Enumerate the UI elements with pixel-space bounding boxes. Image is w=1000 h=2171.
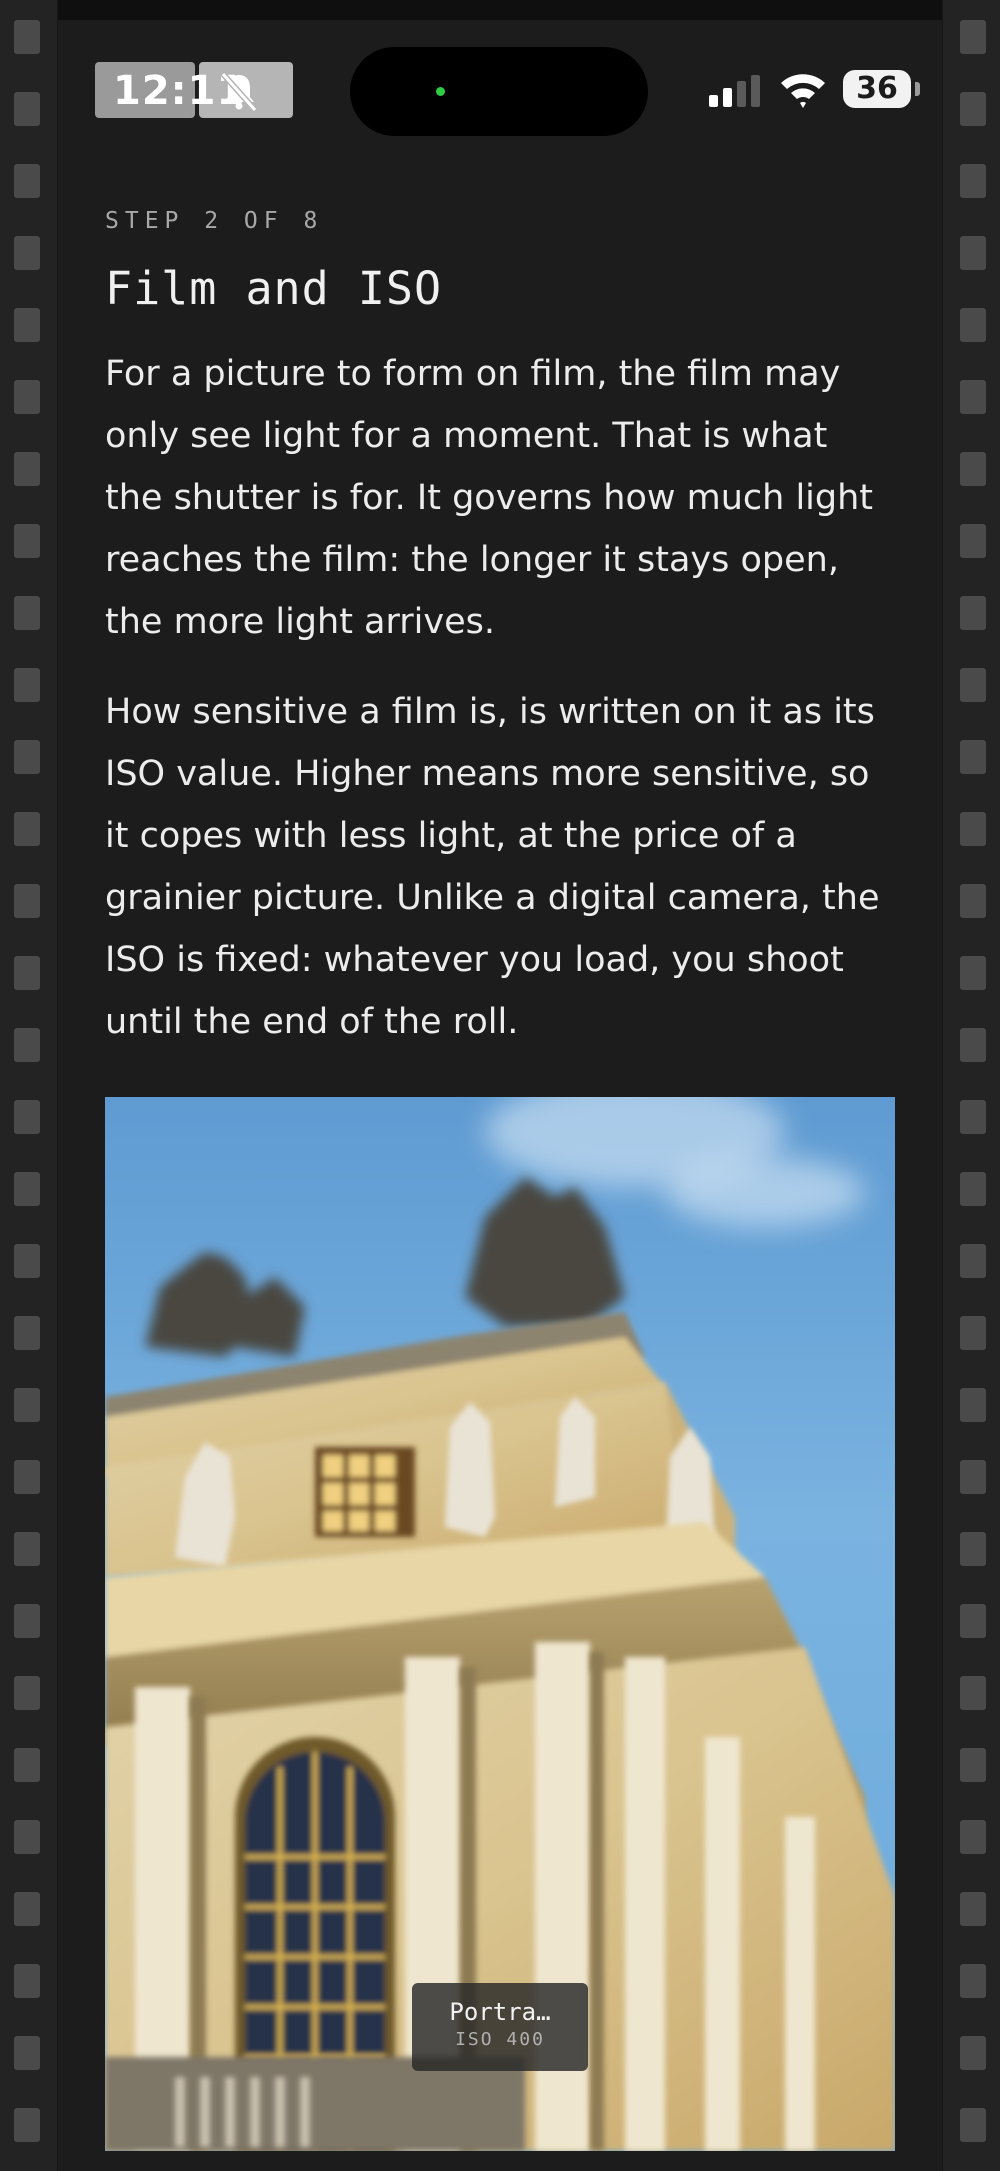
film-perforation <box>960 380 986 414</box>
film-perforation <box>960 92 986 126</box>
film-perforation <box>14 308 40 342</box>
film-perforation <box>14 92 40 126</box>
film-perforation <box>14 884 40 918</box>
status-bar: 12:11 36 <box>57 20 943 160</box>
film-perforation <box>960 596 986 630</box>
film-perforation <box>960 1532 986 1566</box>
film-perforation <box>960 452 986 486</box>
wifi-icon <box>781 74 825 108</box>
film-perforation <box>960 1676 986 1710</box>
film-perforation <box>14 596 40 630</box>
film-perforation <box>14 524 40 558</box>
film-perforation <box>960 524 986 558</box>
film-perforation <box>14 1100 40 1134</box>
lesson-title: Film and ISO <box>105 262 443 315</box>
top-edge <box>0 0 1000 20</box>
film-perforation <box>14 20 40 54</box>
film-perforation <box>14 1892 40 1926</box>
film-perforation <box>14 1388 40 1422</box>
film-perforation <box>960 164 986 198</box>
film-perforation <box>960 1172 986 1206</box>
film-perforation <box>960 1028 986 1062</box>
film-perforation <box>14 2108 40 2142</box>
film-perforation <box>960 956 986 990</box>
film-strip-left-rail <box>0 0 58 2171</box>
film-strip-right-rail <box>942 0 1000 2171</box>
film-perforation <box>960 740 986 774</box>
film-perforation <box>14 1028 40 1062</box>
film-perforation <box>14 956 40 990</box>
film-perforation <box>14 1748 40 1782</box>
battery-tip <box>915 82 920 96</box>
lesson-content: STEP 2 OF 8 Film and ISO For a picture t… <box>105 205 895 1053</box>
signal-icon <box>709 75 760 107</box>
film-perforation <box>960 668 986 702</box>
battery-percent: 36 <box>856 71 898 106</box>
film-perforation <box>960 1100 986 1134</box>
film-perforation <box>14 812 40 846</box>
film-perforation <box>14 1964 40 1998</box>
film-perforation <box>960 1892 986 1926</box>
film-perforation <box>960 884 986 918</box>
film-perforation <box>960 1604 986 1638</box>
film-perforation <box>14 1244 40 1278</box>
film-perforation <box>14 1820 40 1854</box>
film-perforation <box>14 740 40 774</box>
film-perforation <box>14 452 40 486</box>
film-perforation <box>14 1676 40 1710</box>
film-perforation <box>14 1460 40 1494</box>
film-perforation <box>960 1388 986 1422</box>
lesson-paragraph: For a picture to form on film, the film … <box>105 354 874 642</box>
film-stock-badge[interactable]: Portra… ISO 400 <box>412 1983 588 2071</box>
lesson-paragraph: How sensitive a film is, is written on i… <box>105 692 880 1042</box>
film-perforation <box>960 1964 986 1998</box>
film-perforation <box>960 1748 986 1782</box>
camera-indicator-dot <box>436 87 445 96</box>
film-perforation <box>14 236 40 270</box>
film-iso: ISO 400 <box>455 2029 545 2050</box>
bell-slash-icon <box>220 72 258 112</box>
film-perforation <box>960 20 986 54</box>
film-perforation <box>960 1316 986 1350</box>
film-perforation <box>960 2036 986 2070</box>
film-perforation <box>14 1604 40 1638</box>
film-perforation <box>14 380 40 414</box>
film-perforation <box>14 1316 40 1350</box>
film-perforation <box>960 236 986 270</box>
film-perforation <box>14 668 40 702</box>
film-perforation <box>14 2036 40 2070</box>
film-perforation <box>14 1172 40 1206</box>
battery-icon: 36 <box>843 70 911 108</box>
film-perforation <box>960 308 986 342</box>
film-perforation <box>960 1460 986 1494</box>
film-name: Portra… <box>449 1998 551 2026</box>
film-perforation <box>960 1244 986 1278</box>
film-perforation <box>14 1532 40 1566</box>
film-perforation <box>960 2108 986 2142</box>
step-indicator: STEP 2 OF 8 <box>105 208 324 234</box>
film-perforation <box>960 1820 986 1854</box>
film-perforation <box>960 812 986 846</box>
film-perforation <box>14 164 40 198</box>
dynamic-island <box>350 47 648 136</box>
